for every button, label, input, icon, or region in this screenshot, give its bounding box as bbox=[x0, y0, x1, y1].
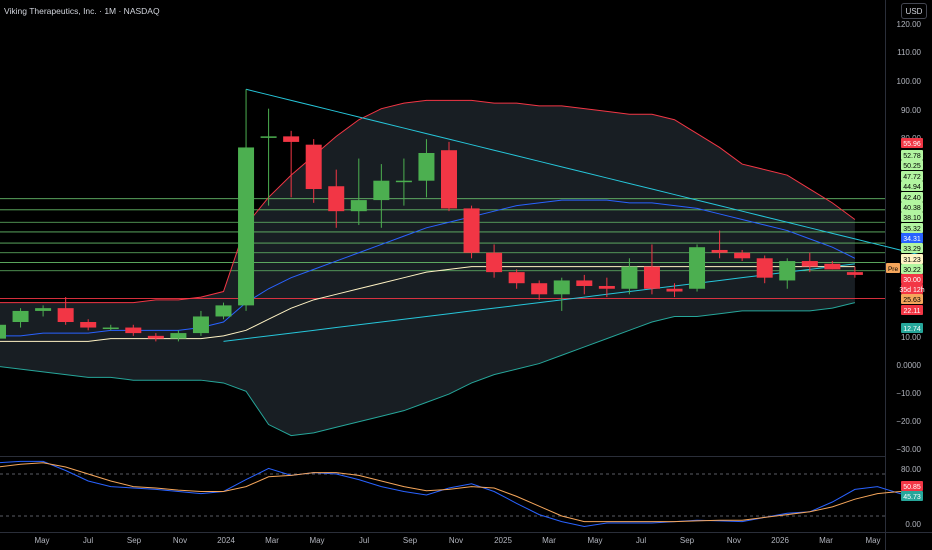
time-tick-label: Jul bbox=[636, 536, 646, 545]
price-level-label: 52.78 bbox=[903, 153, 921, 160]
time-tick-label: May bbox=[34, 536, 49, 545]
price-level-label: 35.32 bbox=[903, 226, 921, 233]
currency-button[interactable]: USD bbox=[901, 3, 927, 19]
candle-body[interactable] bbox=[170, 333, 187, 339]
candle-body[interactable] bbox=[734, 252, 751, 259]
price-tick-label: −10.00 bbox=[896, 389, 921, 398]
candle-body[interactable] bbox=[531, 283, 548, 295]
candle-body[interactable] bbox=[0, 324, 6, 339]
candle-body[interactable] bbox=[283, 136, 300, 142]
time-tick-label: May bbox=[587, 536, 602, 545]
candle-body[interactable] bbox=[824, 263, 841, 270]
price-tick-label: 100.00 bbox=[897, 77, 922, 86]
candle-body[interactable] bbox=[756, 258, 773, 278]
time-tick-label: Mar bbox=[542, 536, 556, 545]
candle-body[interactable] bbox=[147, 335, 164, 339]
candle-body[interactable] bbox=[215, 305, 232, 317]
time-tick-label: Sep bbox=[127, 536, 142, 545]
candle-body[interactable] bbox=[238, 147, 255, 306]
price-level-label: 22.11 bbox=[904, 308, 921, 315]
price-tick-label: −30.00 bbox=[896, 445, 921, 454]
price-level-label: 30.00 bbox=[903, 277, 921, 284]
time-tick-label: Mar bbox=[819, 536, 833, 545]
candle-body[interactable] bbox=[192, 316, 209, 334]
candle-body[interactable] bbox=[576, 280, 593, 286]
candle-body[interactable] bbox=[598, 285, 615, 289]
time-tick-label: Mar bbox=[265, 536, 279, 545]
osc-level-label: 50.85 bbox=[903, 484, 921, 491]
price-tick-label: 90.00 bbox=[901, 106, 922, 115]
candle-body[interactable] bbox=[12, 310, 29, 323]
pre-market-label: Pre bbox=[888, 266, 899, 273]
price-level-label: 47.72 bbox=[903, 174, 921, 181]
price-tick-label: 10.00 bbox=[901, 333, 922, 342]
time-tick-label: Jul bbox=[359, 536, 369, 545]
candle-body[interactable] bbox=[689, 247, 706, 289]
price-level-label: 25.63 bbox=[903, 297, 921, 304]
osc-tick-label: 0.00 bbox=[905, 520, 921, 529]
time-tick-label: Jul bbox=[83, 536, 93, 545]
candle-body[interactable] bbox=[711, 249, 728, 253]
price-level-label: 34.31 bbox=[903, 236, 921, 243]
candle-body[interactable] bbox=[350, 200, 367, 212]
time-tick-label: Nov bbox=[449, 536, 463, 545]
candle-body[interactable] bbox=[395, 180, 412, 183]
candle-body[interactable] bbox=[463, 208, 480, 253]
price-level-label: 44.94 bbox=[903, 184, 921, 191]
price-level-label: 35d 12h bbox=[899, 287, 924, 294]
price-tick-label: 110.00 bbox=[897, 48, 921, 57]
time-tick-label: May bbox=[309, 536, 324, 545]
candle-body[interactable] bbox=[801, 261, 818, 267]
candle-body[interactable] bbox=[102, 327, 119, 330]
candle-body[interactable] bbox=[846, 272, 863, 275]
candle-body[interactable] bbox=[35, 308, 52, 311]
time-tick-label: 2024 bbox=[217, 536, 235, 545]
time-tick-label: Sep bbox=[403, 536, 418, 545]
price-tick-label: 0.0000 bbox=[897, 361, 922, 370]
candle-body[interactable] bbox=[260, 136, 277, 138]
candle-body[interactable] bbox=[418, 152, 435, 181]
candle-body[interactable] bbox=[486, 252, 503, 273]
candle-body[interactable] bbox=[643, 266, 660, 289]
chart-canvas[interactable]: 120.00 110.00 100.00 90.00 80.00 10.00 0.0000 −… bbox=[0, 0, 932, 550]
time-tick-label: Nov bbox=[727, 536, 741, 545]
candle-body[interactable] bbox=[373, 180, 390, 201]
candle-body[interactable] bbox=[441, 150, 457, 209]
candle-body[interactable] bbox=[328, 186, 345, 212]
price-level-label: 42.40 bbox=[903, 195, 921, 202]
candle-body[interactable] bbox=[666, 288, 683, 292]
time-tick-label: Sep bbox=[680, 536, 695, 545]
price-tick-label: −20.00 bbox=[896, 417, 921, 426]
price-level-label: 33.29 bbox=[903, 246, 921, 253]
time-tick-label: 2025 bbox=[494, 536, 512, 545]
candle-body[interactable] bbox=[621, 266, 638, 289]
candle-body[interactable] bbox=[553, 280, 570, 295]
time-tick-label: May bbox=[865, 536, 880, 545]
time-tick-label: Nov bbox=[173, 536, 187, 545]
candle-body[interactable] bbox=[125, 327, 142, 334]
price-level-label: 40.38 bbox=[903, 205, 921, 212]
candle-body[interactable] bbox=[57, 308, 74, 323]
candle-body[interactable] bbox=[508, 272, 525, 284]
price-level-label: 55.96 bbox=[903, 141, 921, 148]
time-tick-label: 2026 bbox=[771, 536, 789, 545]
osc-tick-label: 80.00 bbox=[901, 465, 922, 474]
price-level-label: 50.25 bbox=[903, 163, 921, 170]
candle-body[interactable] bbox=[779, 261, 796, 281]
chart-title: Viking Therapeutics, Inc. · 1M · NASDAQ bbox=[4, 6, 160, 16]
price-level-label: 31.23 bbox=[903, 257, 921, 264]
osc-level-label: 45.73 bbox=[903, 494, 921, 501]
candle-body[interactable] bbox=[305, 144, 322, 190]
price-level-label: 30.22 bbox=[903, 267, 921, 274]
price-level-label: 38.10 bbox=[903, 215, 921, 222]
price-level-label: 12.74 bbox=[903, 326, 921, 333]
candle-body[interactable] bbox=[80, 322, 97, 328]
price-tick-label: 120.00 bbox=[897, 20, 922, 29]
